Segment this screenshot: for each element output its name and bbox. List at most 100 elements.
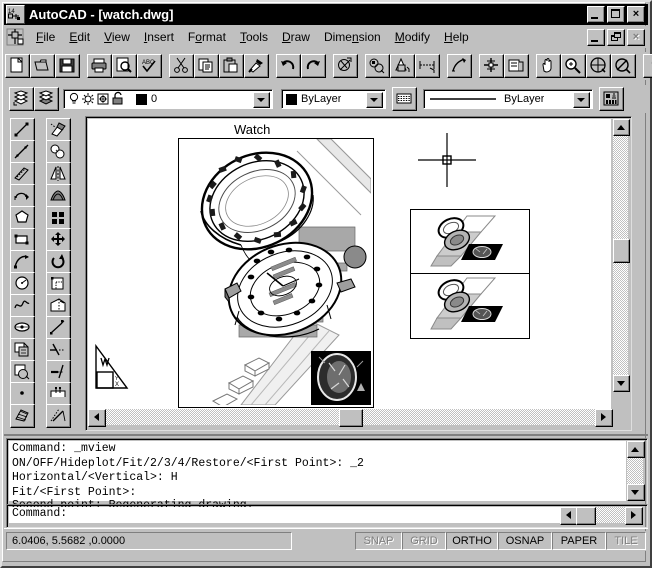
menu-draw[interactable]: Draw [275,28,317,46]
insert-block-icon[interactable] [390,54,415,78]
chamfer-icon[interactable] [46,404,71,428]
arc-icon[interactable] [10,250,35,274]
print-preview-icon[interactable] [112,54,137,78]
pan-realtime-icon[interactable] [536,54,561,78]
horizontal-scroll-thumb[interactable] [339,409,363,427]
copy-icon[interactable] [194,54,219,78]
circle-icon[interactable] [10,272,35,296]
mdi-restore-button[interactable] [607,29,625,46]
vertical-scroll-thumb[interactable] [613,239,630,263]
new-icon[interactable] [5,54,30,78]
named-views-icon[interactable] [504,54,529,78]
menu-modify[interactable]: Modify [388,28,437,46]
menu-format[interactable]: Format [181,28,233,46]
object-snap-icon[interactable] [365,54,390,78]
linetype-icon[interactable] [392,87,417,111]
color-combo-dropdown[interactable] [366,92,383,108]
command-window-splitter[interactable] [4,434,648,436]
array-icon[interactable] [46,206,71,230]
command-prompt-scrollbar[interactable] [560,507,643,525]
redo-icon[interactable] [301,54,326,78]
top-right-viewport[interactable] [410,209,530,275]
rectangle-icon[interactable] [10,228,35,252]
mdi-minimize-button[interactable] [587,29,605,46]
linetype-combo[interactable]: ByLayer [423,89,593,109]
main-viewport[interactable] [178,138,374,408]
break-icon[interactable] [46,382,71,406]
status-toggle-osnap[interactable]: OSNAP [498,532,552,550]
bottom-right-viewport[interactable] [410,273,530,339]
hatch-icon[interactable] [10,404,35,428]
command-input[interactable]: Command: [9,507,613,523]
menu-tools[interactable]: Tools [233,28,275,46]
linetype-combo-dropdown[interactable] [573,92,590,108]
coordinate-display[interactable]: 6.0406, 5.5682 ,0.0000 [6,532,292,550]
arc-polyline-icon[interactable] [10,184,35,208]
save-icon[interactable] [55,54,80,78]
scroll-left-button[interactable] [88,409,106,427]
properties-icon[interactable] [599,87,624,111]
layer-combo-dropdown[interactable] [253,92,270,108]
insert-block-icon[interactable] [10,338,35,362]
make-block-icon[interactable] [10,360,35,384]
paste-icon[interactable] [219,54,244,78]
menu-help[interactable]: Help [437,28,476,46]
polyline-icon[interactable] [10,162,35,186]
polyline-edit-icon[interactable] [447,54,472,78]
drawing-vertical-scrollbar[interactable] [613,119,630,392]
spelling-icon[interactable]: ABC [137,54,162,78]
lengthen-icon[interactable] [46,316,71,340]
status-toggle-snap[interactable]: SNAP [355,532,402,550]
menu-insert[interactable]: Insert [137,28,181,46]
scale-icon[interactable] [46,272,71,296]
offset-icon[interactable] [46,184,71,208]
spline-icon[interactable] [10,294,35,318]
linear-dimension-icon[interactable] [415,54,440,78]
menu-edit[interactable]: Edit [62,28,97,46]
color-combo[interactable]: ByLayer [281,89,386,109]
document-icon[interactable] [6,28,24,46]
line-icon[interactable] [10,118,35,142]
point-icon[interactable] [10,382,35,406]
command-scroll-down-button[interactable] [627,484,645,501]
polygon-icon[interactable] [10,206,35,230]
minimize-button[interactable] [587,6,605,23]
trim-icon[interactable] [46,338,71,362]
drawing-canvas[interactable]: Watch X Y [88,119,611,409]
menu-view[interactable]: View [97,28,137,46]
status-toggle-ortho[interactable]: ORTHO [446,532,498,550]
ellipse-icon[interactable] [10,316,35,340]
status-toggle-paper[interactable]: PAPER [552,532,606,550]
zoom-window-icon[interactable] [586,54,611,78]
prompt-scroll-right-button[interactable] [625,507,643,525]
help-icon[interactable]: ? [643,54,652,78]
construction-line-icon[interactable] [10,140,35,164]
command-history[interactable]: Command: _mview ON/OFF/Hideplot/Fit/2/3/… [9,441,626,501]
zoom-realtime-icon[interactable] [561,54,586,78]
menu-file[interactable]: FFileile [29,28,62,46]
copy-object-icon[interactable] [46,140,71,164]
extend-icon[interactable] [46,360,71,384]
stretch-icon[interactable] [46,294,71,318]
status-toggle-tile[interactable]: TILE [606,532,646,550]
layer-combo[interactable]: 0 [63,89,273,109]
scroll-down-button[interactable] [613,375,630,392]
rotate-icon[interactable] [46,250,71,274]
erase-icon[interactable] [46,118,71,142]
move-icon[interactable] [46,228,71,252]
scroll-right-button[interactable] [595,409,613,427]
ucs-icon[interactable] [479,54,504,78]
status-toggle-grid[interactable]: GRID [402,532,446,550]
layers-icon[interactable] [9,87,34,111]
layer-states-icon[interactable] [34,87,59,111]
close-button[interactable]: × [627,6,645,23]
cut-icon[interactable] [169,54,194,78]
undo-icon[interactable] [276,54,301,78]
distance-icon[interactable] [333,54,358,78]
maximize-button[interactable] [607,6,625,23]
mirror-icon[interactable] [46,162,71,186]
zoom-previous-icon[interactable] [611,54,636,78]
scroll-up-button[interactable] [613,119,630,136]
command-history-scrollbar[interactable] [627,441,645,501]
match-properties-icon[interactable] [244,54,269,78]
